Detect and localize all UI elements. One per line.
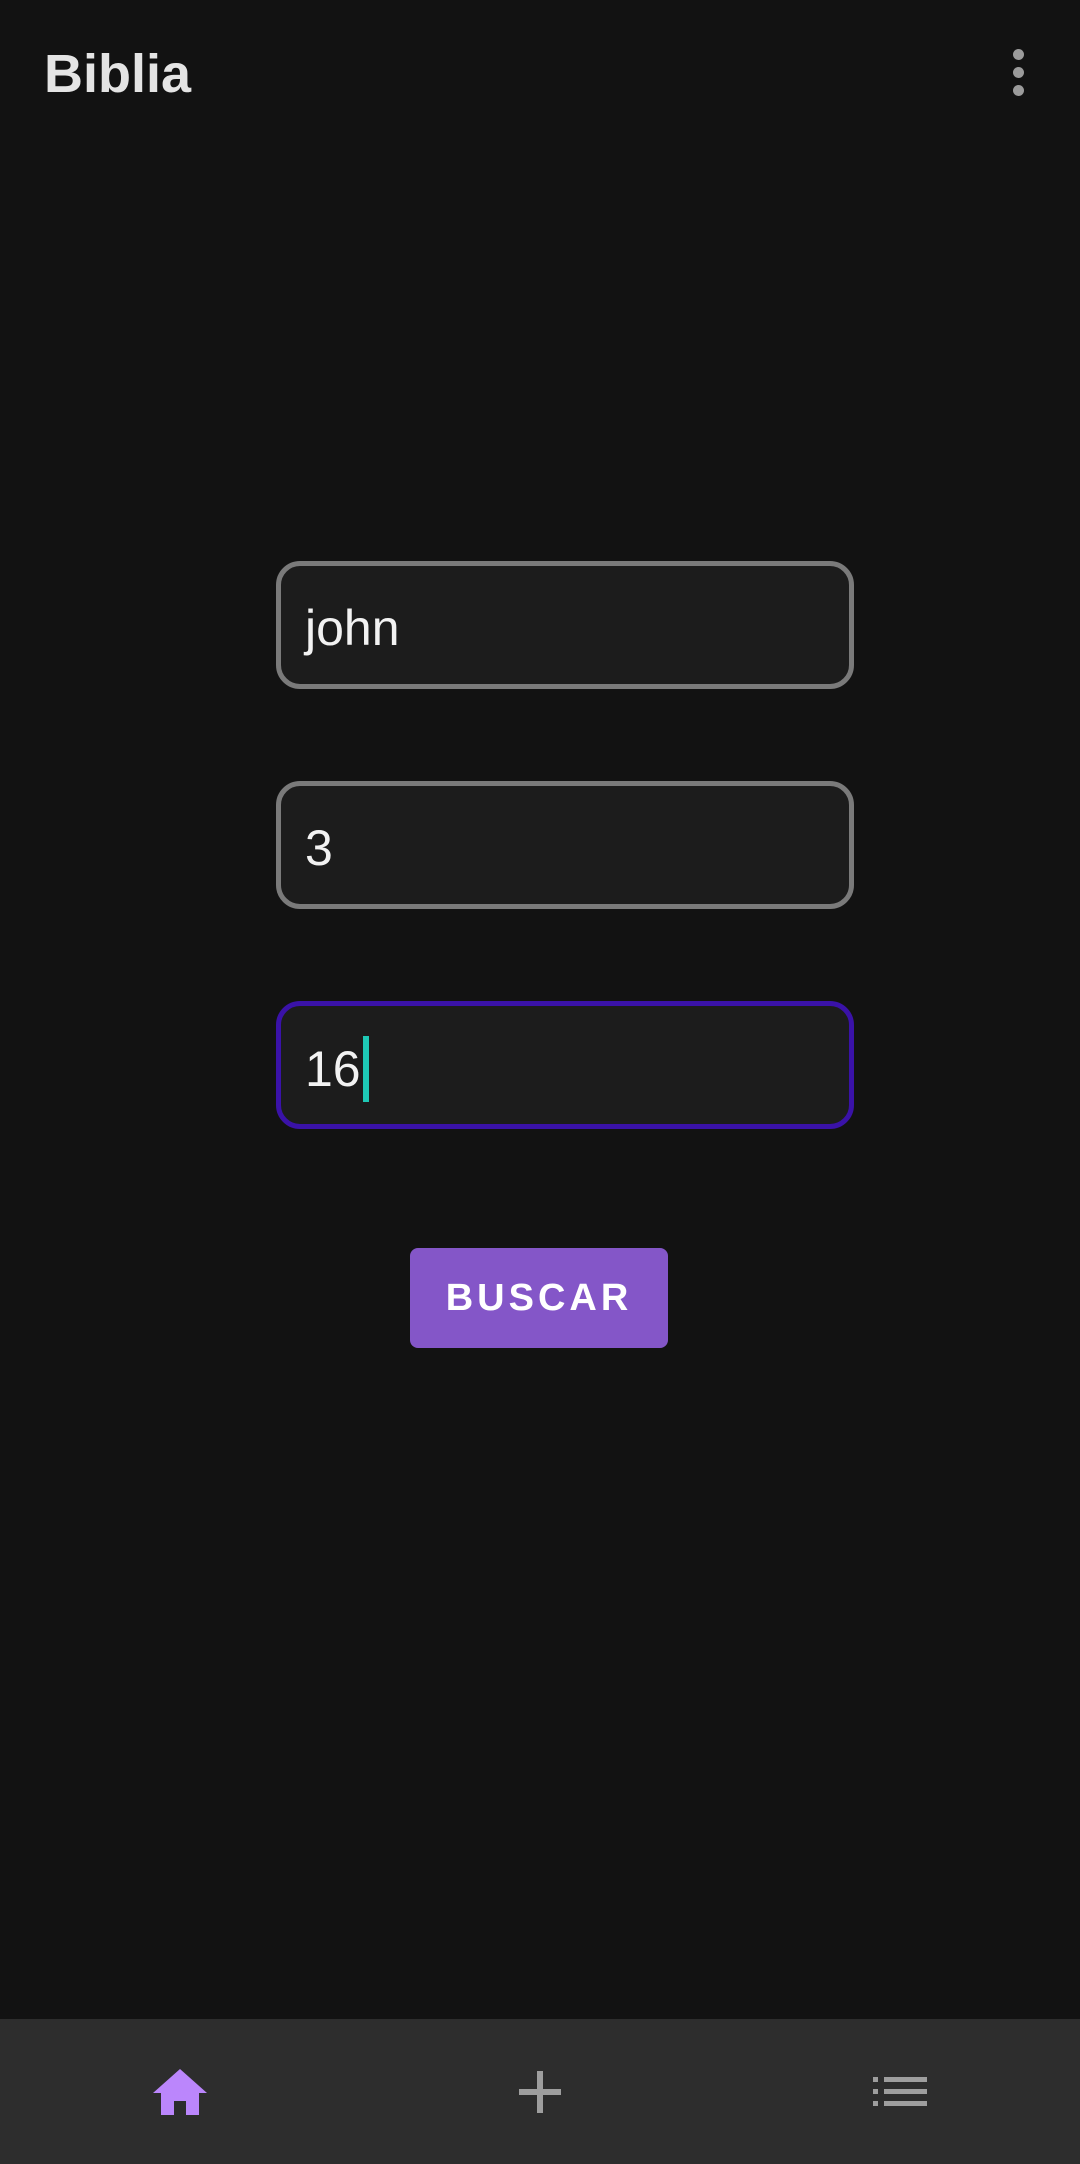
add-icon xyxy=(519,2070,561,2113)
more-options-button[interactable] xyxy=(990,36,1046,108)
verse-input-value: 16 xyxy=(305,1041,361,1098)
nav-add[interactable] xyxy=(360,2019,720,2164)
home-icon xyxy=(153,2068,207,2115)
app-title: Biblia xyxy=(44,44,192,104)
nav-home[interactable] xyxy=(0,2019,360,2164)
book-input[interactable]: john xyxy=(276,561,854,689)
screen: Biblia john 3 16 BUSCAR xyxy=(0,0,1080,2164)
search-button[interactable]: BUSCAR xyxy=(410,1248,668,1348)
app-bar: Biblia xyxy=(0,0,1080,150)
list-icon xyxy=(873,2076,927,2106)
more-vert-icon xyxy=(1012,48,1024,60)
more-vert-icon-dot xyxy=(1012,66,1024,78)
chapter-input[interactable]: 3 xyxy=(276,781,854,909)
text-caret xyxy=(362,1036,369,1102)
verse-input[interactable]: 16 xyxy=(276,1001,854,1129)
more-vert-icon-dot xyxy=(1012,84,1024,96)
bottom-navigation xyxy=(0,2019,1080,2164)
nav-list[interactable] xyxy=(720,2019,1080,2164)
book-input-value: john xyxy=(305,600,400,656)
verse-input-text: 16 xyxy=(305,1036,369,1106)
chapter-input-value: 3 xyxy=(305,820,333,876)
